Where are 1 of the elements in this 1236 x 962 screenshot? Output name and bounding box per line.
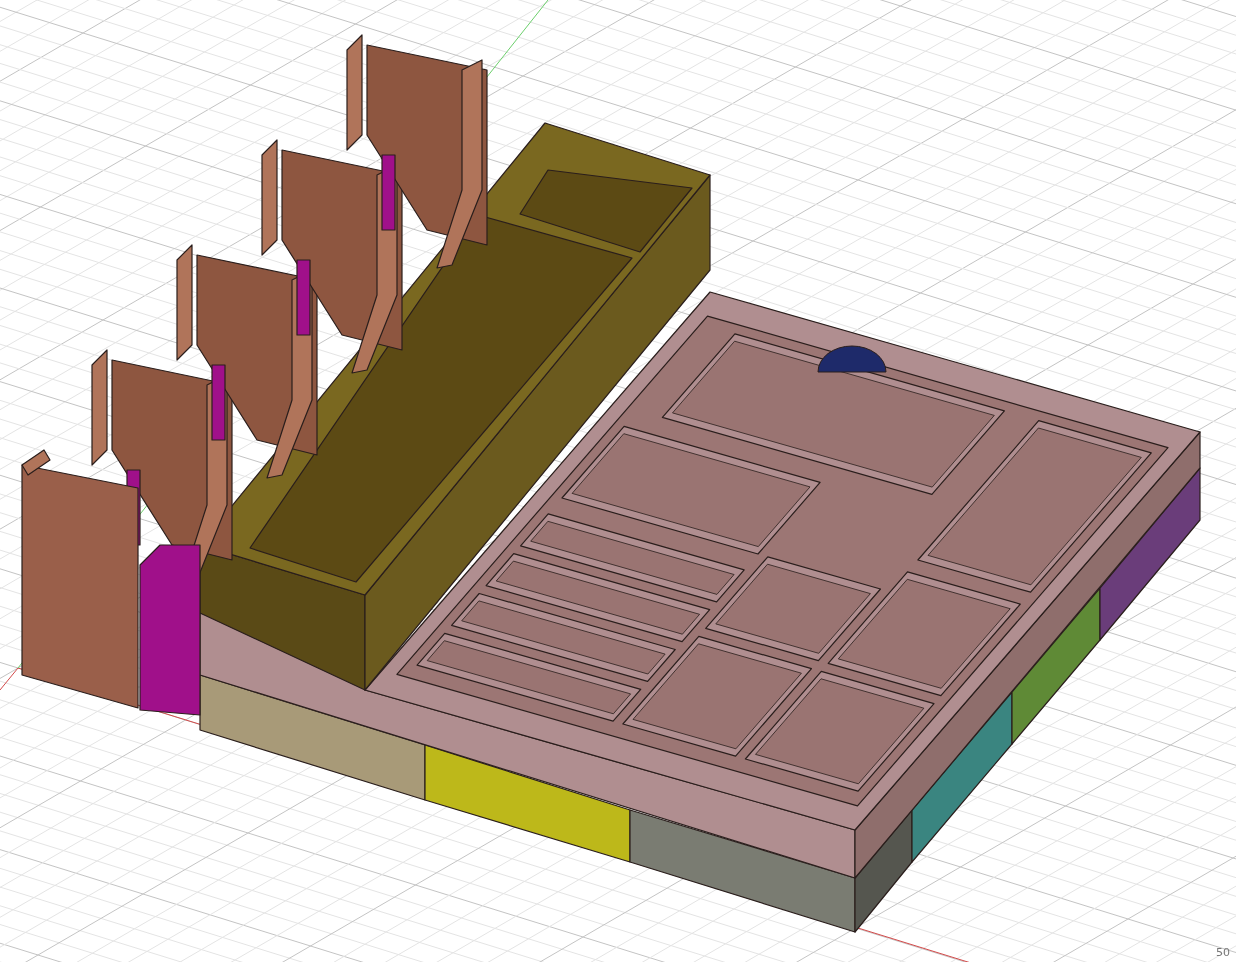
grid-scale-label: 50 bbox=[1216, 946, 1230, 960]
